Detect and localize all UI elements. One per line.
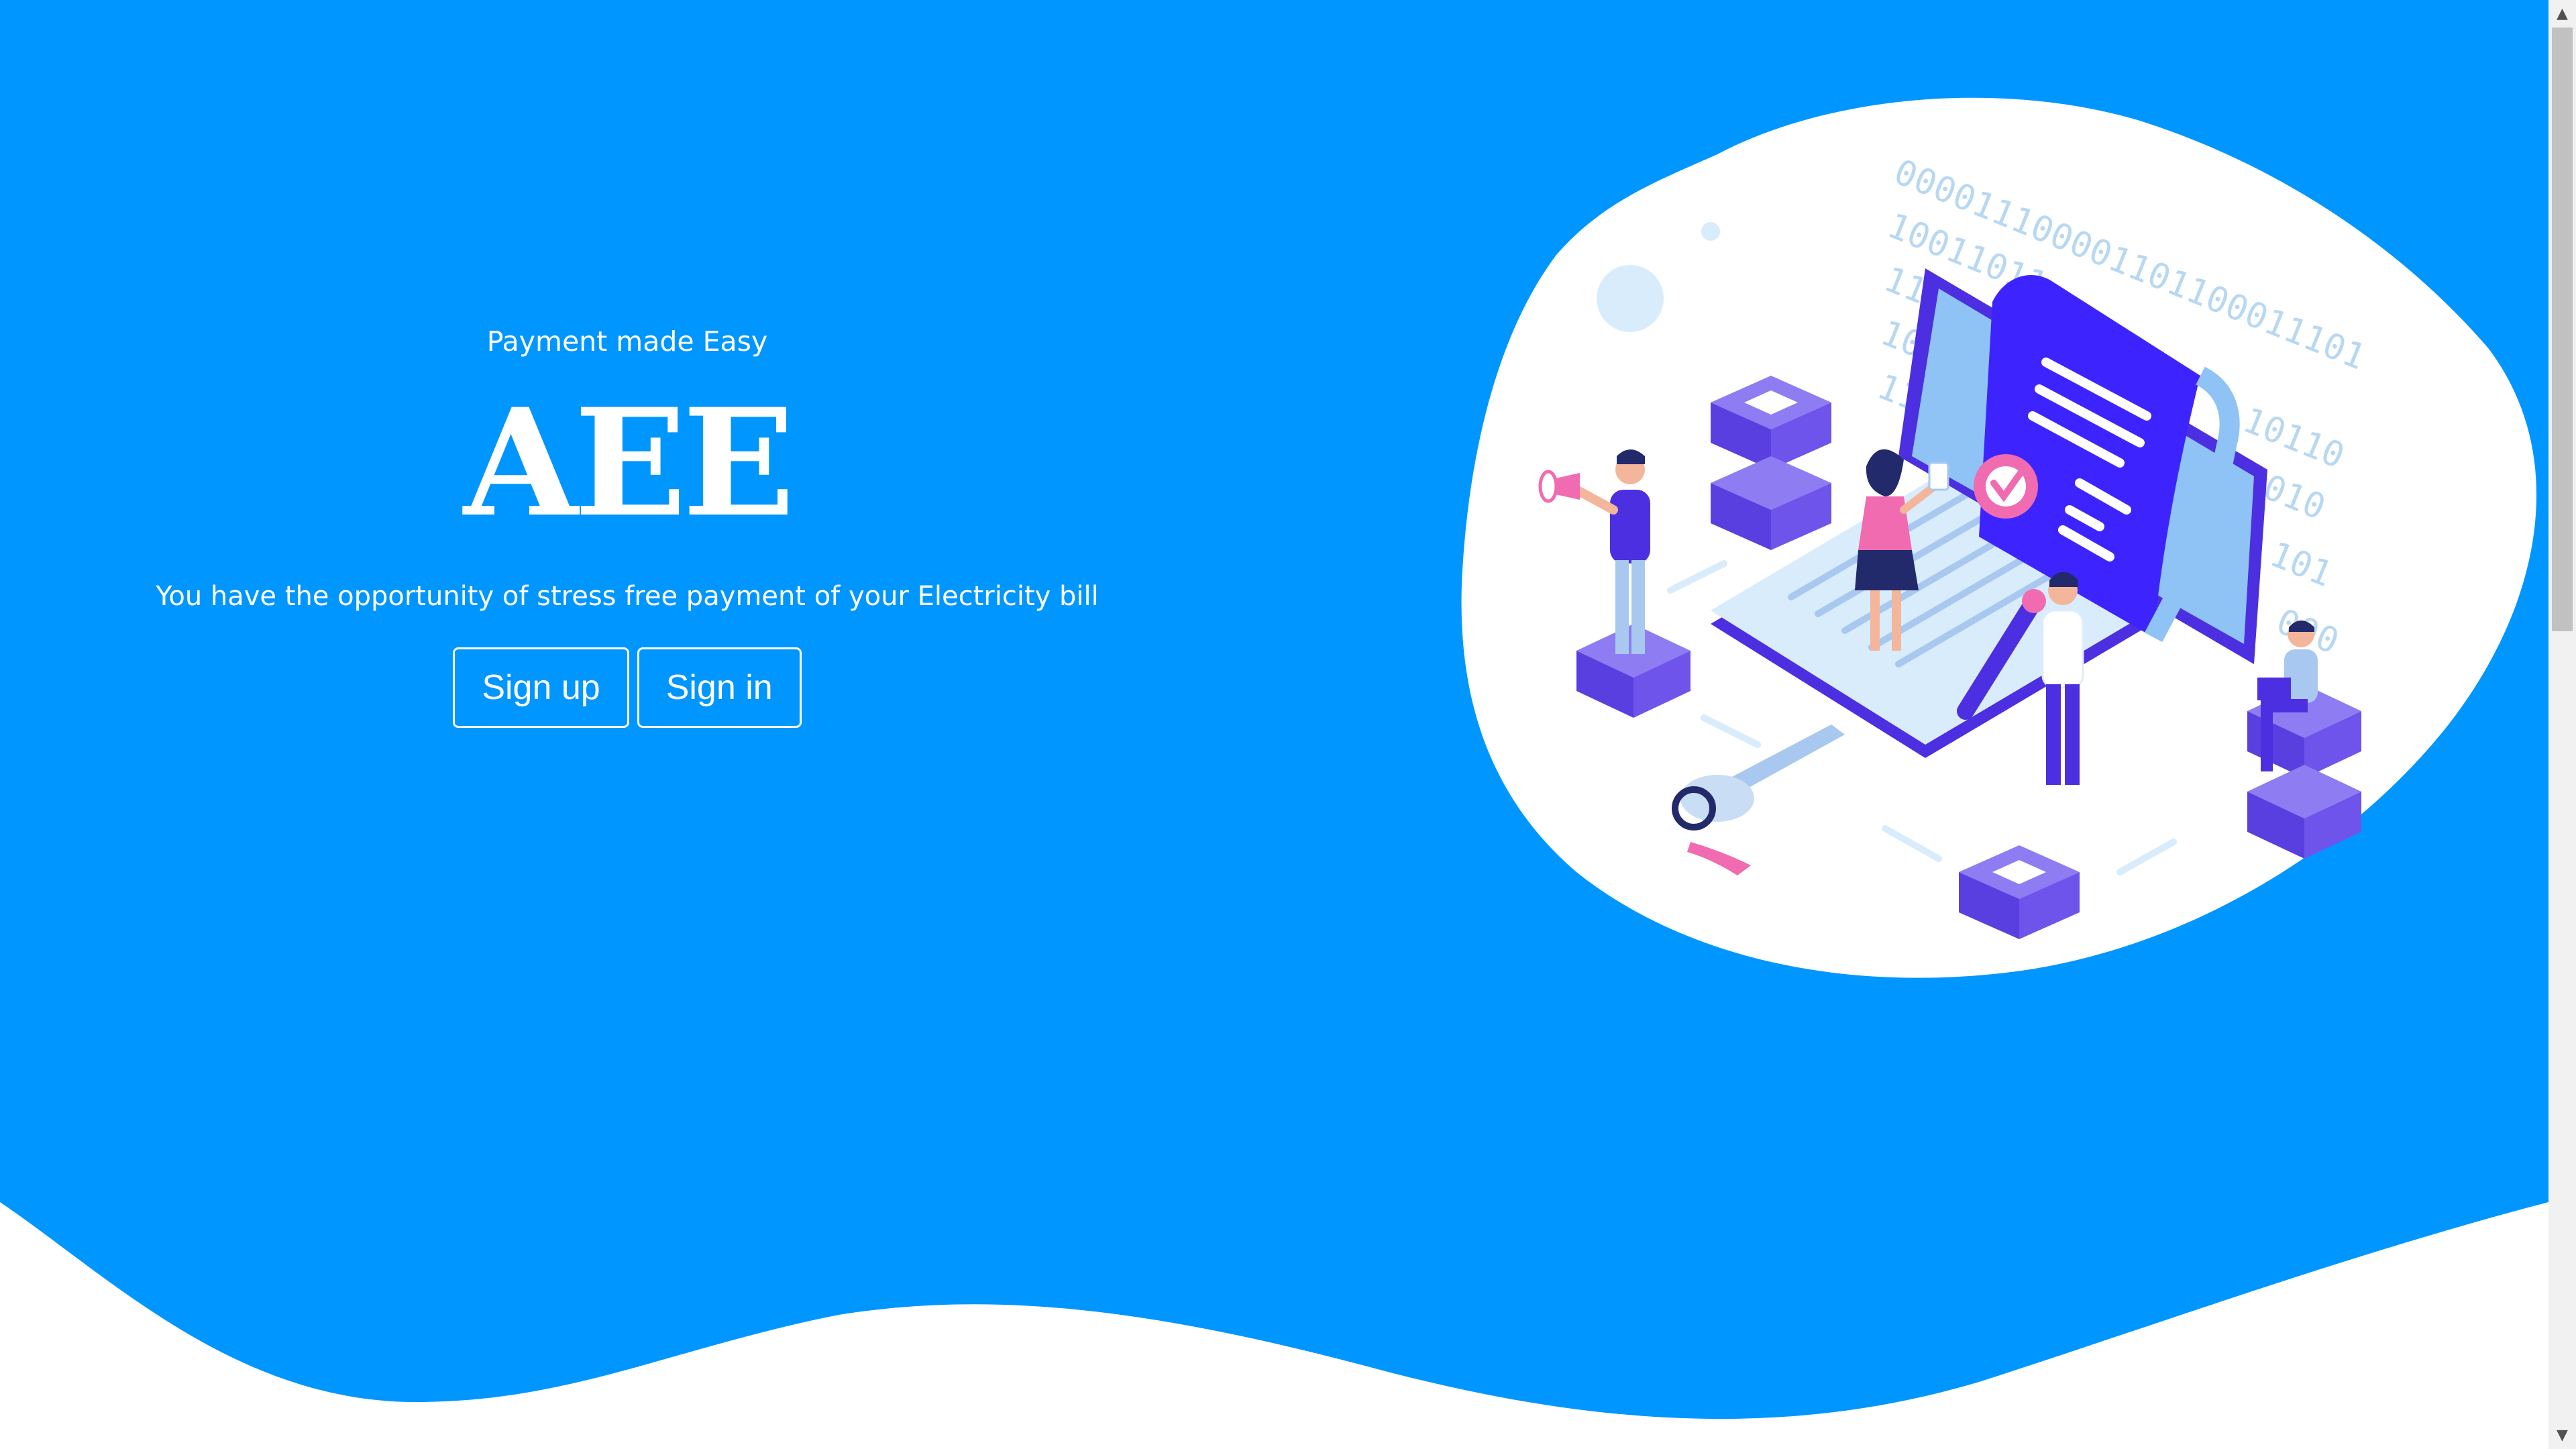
auth-buttons: Sign up Sign in [0, 647, 1254, 728]
phone-icon [1928, 462, 1949, 491]
scroll-up-icon[interactable]: ▲ [2548, 0, 2576, 28]
sign-up-button[interactable]: Sign up [453, 647, 629, 728]
decor-circle-small [1701, 222, 1720, 241]
hero-content: Payment made Easy AEE You have the oppor… [0, 0, 1254, 805]
scroll-down-icon[interactable]: ▼ [2548, 1421, 2576, 1449]
vertical-scrollbar[interactable]: ▲ ▼ [2548, 0, 2576, 1449]
laptop-small-icon [2257, 678, 2291, 700]
payment-illustration: 000011100001101100011101 10011011 110110… [1461, 97, 2537, 978]
scroll-thumb[interactable] [2552, 28, 2573, 631]
tagline: Payment made Easy [486, 325, 768, 358]
logo: AEE [463, 376, 795, 549]
hero-description: You have the opportunity of stress free … [156, 581, 1099, 612]
landing-page: Payment made Easy AEE You have the oppor… [0, 0, 2576, 1449]
sign-in-button[interactable]: Sign in [637, 647, 802, 728]
decor-circle-large [1597, 265, 1664, 332]
